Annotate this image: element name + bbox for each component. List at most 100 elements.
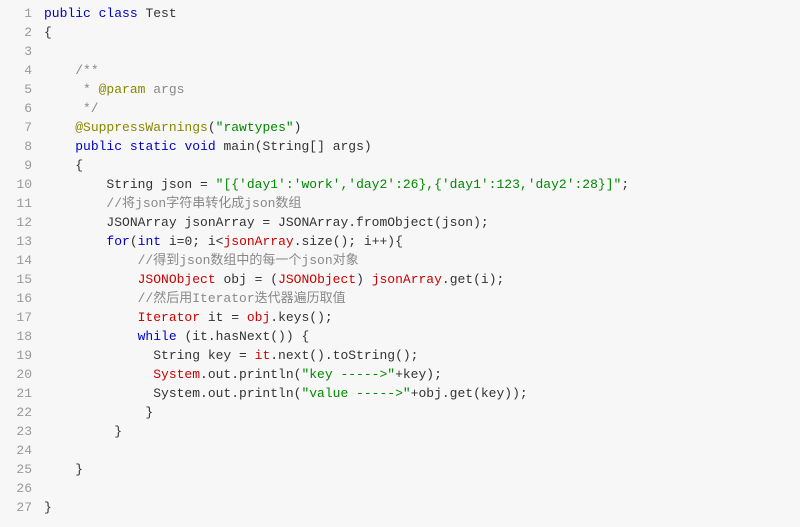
token: System.out.println( <box>44 386 301 401</box>
line-number: 10 <box>4 175 32 194</box>
token: String json = <box>44 177 216 192</box>
code-line[interactable]: * @param args <box>44 80 800 99</box>
token: int <box>138 234 161 249</box>
line-number: 7 <box>4 118 32 137</box>
code-line[interactable]: JSONObject obj = (JSONObject) jsonArray.… <box>44 270 800 289</box>
token: jsonArray <box>372 272 442 287</box>
line-number: 18 <box>4 327 32 346</box>
token: @param <box>99 82 146 97</box>
token: class <box>99 6 138 21</box>
token <box>44 310 138 325</box>
code-line[interactable]: } <box>44 460 800 479</box>
token: while <box>138 329 177 344</box>
code-line[interactable]: { <box>44 23 800 42</box>
code-line[interactable]: public class Test <box>44 4 800 23</box>
code-line[interactable]: } <box>44 403 800 422</box>
token <box>44 120 75 135</box>
code-line[interactable]: while (it.hasNext()) { <box>44 327 800 346</box>
line-number: 8 <box>4 137 32 156</box>
token: "[{'day1':'work','day2':26},{'day1':123,… <box>216 177 622 192</box>
token: obj <box>247 310 270 325</box>
token: .size(); i++){ <box>294 234 403 249</box>
code-line[interactable]: //得到json数组中的每一个json对象 <box>44 251 800 270</box>
line-number: 14 <box>4 251 32 270</box>
token <box>44 139 75 154</box>
token: args <box>145 82 184 97</box>
token: ( <box>208 120 216 135</box>
line-number: 13 <box>4 232 32 251</box>
line-number: 11 <box>4 194 32 213</box>
token <box>122 139 130 154</box>
token: { <box>44 158 83 173</box>
token: ) <box>294 120 302 135</box>
code-line[interactable]: for(int i=0; i<jsonArray.size(); i++){ <box>44 232 800 251</box>
line-number: 5 <box>4 80 32 99</box>
line-number: 20 <box>4 365 32 384</box>
token: +obj.get(key)); <box>411 386 528 401</box>
code-line[interactable]: */ <box>44 99 800 118</box>
code-line[interactable]: //然后用Iterator迭代器遍历取值 <box>44 289 800 308</box>
code-line[interactable]: JSONArray jsonArray = JSONArray.fromObje… <box>44 213 800 232</box>
token: ) <box>356 272 372 287</box>
line-number: 27 <box>4 498 32 517</box>
code-line[interactable]: String key = it.next().toString(); <box>44 346 800 365</box>
code-line[interactable] <box>44 441 800 460</box>
code-line[interactable]: } <box>44 422 800 441</box>
token: */ <box>44 101 99 116</box>
token: } <box>44 405 153 420</box>
token: void <box>184 139 215 154</box>
line-number: 15 <box>4 270 32 289</box>
token <box>44 329 138 344</box>
line-number: 25 <box>4 460 32 479</box>
code-line[interactable]: /** <box>44 61 800 80</box>
token: } <box>44 500 52 515</box>
code-line[interactable]: //将json字符串转化成json数组 <box>44 194 800 213</box>
code-area[interactable]: public class Test{ /** * @param args */ … <box>40 0 800 527</box>
token: //然后用Iterator迭代器遍历取值 <box>138 291 346 306</box>
line-number: 26 <box>4 479 32 498</box>
token: .keys(); <box>270 310 332 325</box>
token: } <box>44 462 83 477</box>
code-line[interactable]: String json = "[{'day1':'work','day2':26… <box>44 175 800 194</box>
token <box>44 272 138 287</box>
token <box>44 63 75 78</box>
code-line[interactable]: Iterator it = obj.keys(); <box>44 308 800 327</box>
token <box>91 6 99 21</box>
token: //得到json数组中的每一个json对象 <box>138 253 359 268</box>
token <box>44 234 106 249</box>
code-editor[interactable]: 1234567891011121314151617181920212223242… <box>0 0 800 527</box>
token: public <box>44 6 91 21</box>
token: it = <box>200 310 247 325</box>
token: @SuppressWarnings <box>75 120 208 135</box>
token <box>44 196 106 211</box>
code-line[interactable]: System.out.println("value ----->"+obj.ge… <box>44 384 800 403</box>
token: "value ----->" <box>301 386 410 401</box>
code-line[interactable] <box>44 42 800 61</box>
token <box>44 291 138 306</box>
code-line[interactable] <box>44 479 800 498</box>
token: //将json字符串转化成json数组 <box>106 196 301 211</box>
code-line[interactable]: System.out.println("key ----->"+key); <box>44 365 800 384</box>
token: * <box>44 82 99 97</box>
code-line[interactable]: public static void main(String[] args) <box>44 137 800 156</box>
code-line[interactable]: } <box>44 498 800 517</box>
token: "rawtypes" <box>216 120 294 135</box>
line-number: 9 <box>4 156 32 175</box>
code-line[interactable]: { <box>44 156 800 175</box>
line-number: 4 <box>4 61 32 80</box>
line-number: 1 <box>4 4 32 23</box>
token: JSONArray jsonArray = JSONArray.fromObje… <box>44 215 489 230</box>
token <box>44 481 52 496</box>
token <box>44 253 138 268</box>
token: obj = ( <box>216 272 278 287</box>
token: /** <box>75 63 98 78</box>
code-line[interactable]: @SuppressWarnings("rawtypes") <box>44 118 800 137</box>
token: ( <box>130 234 138 249</box>
line-number: 19 <box>4 346 32 365</box>
token: static <box>130 139 177 154</box>
line-number: 2 <box>4 23 32 42</box>
line-gutter: 1234567891011121314151617181920212223242… <box>0 0 40 527</box>
token: } <box>44 424 122 439</box>
line-number: 6 <box>4 99 32 118</box>
token: it <box>255 348 271 363</box>
